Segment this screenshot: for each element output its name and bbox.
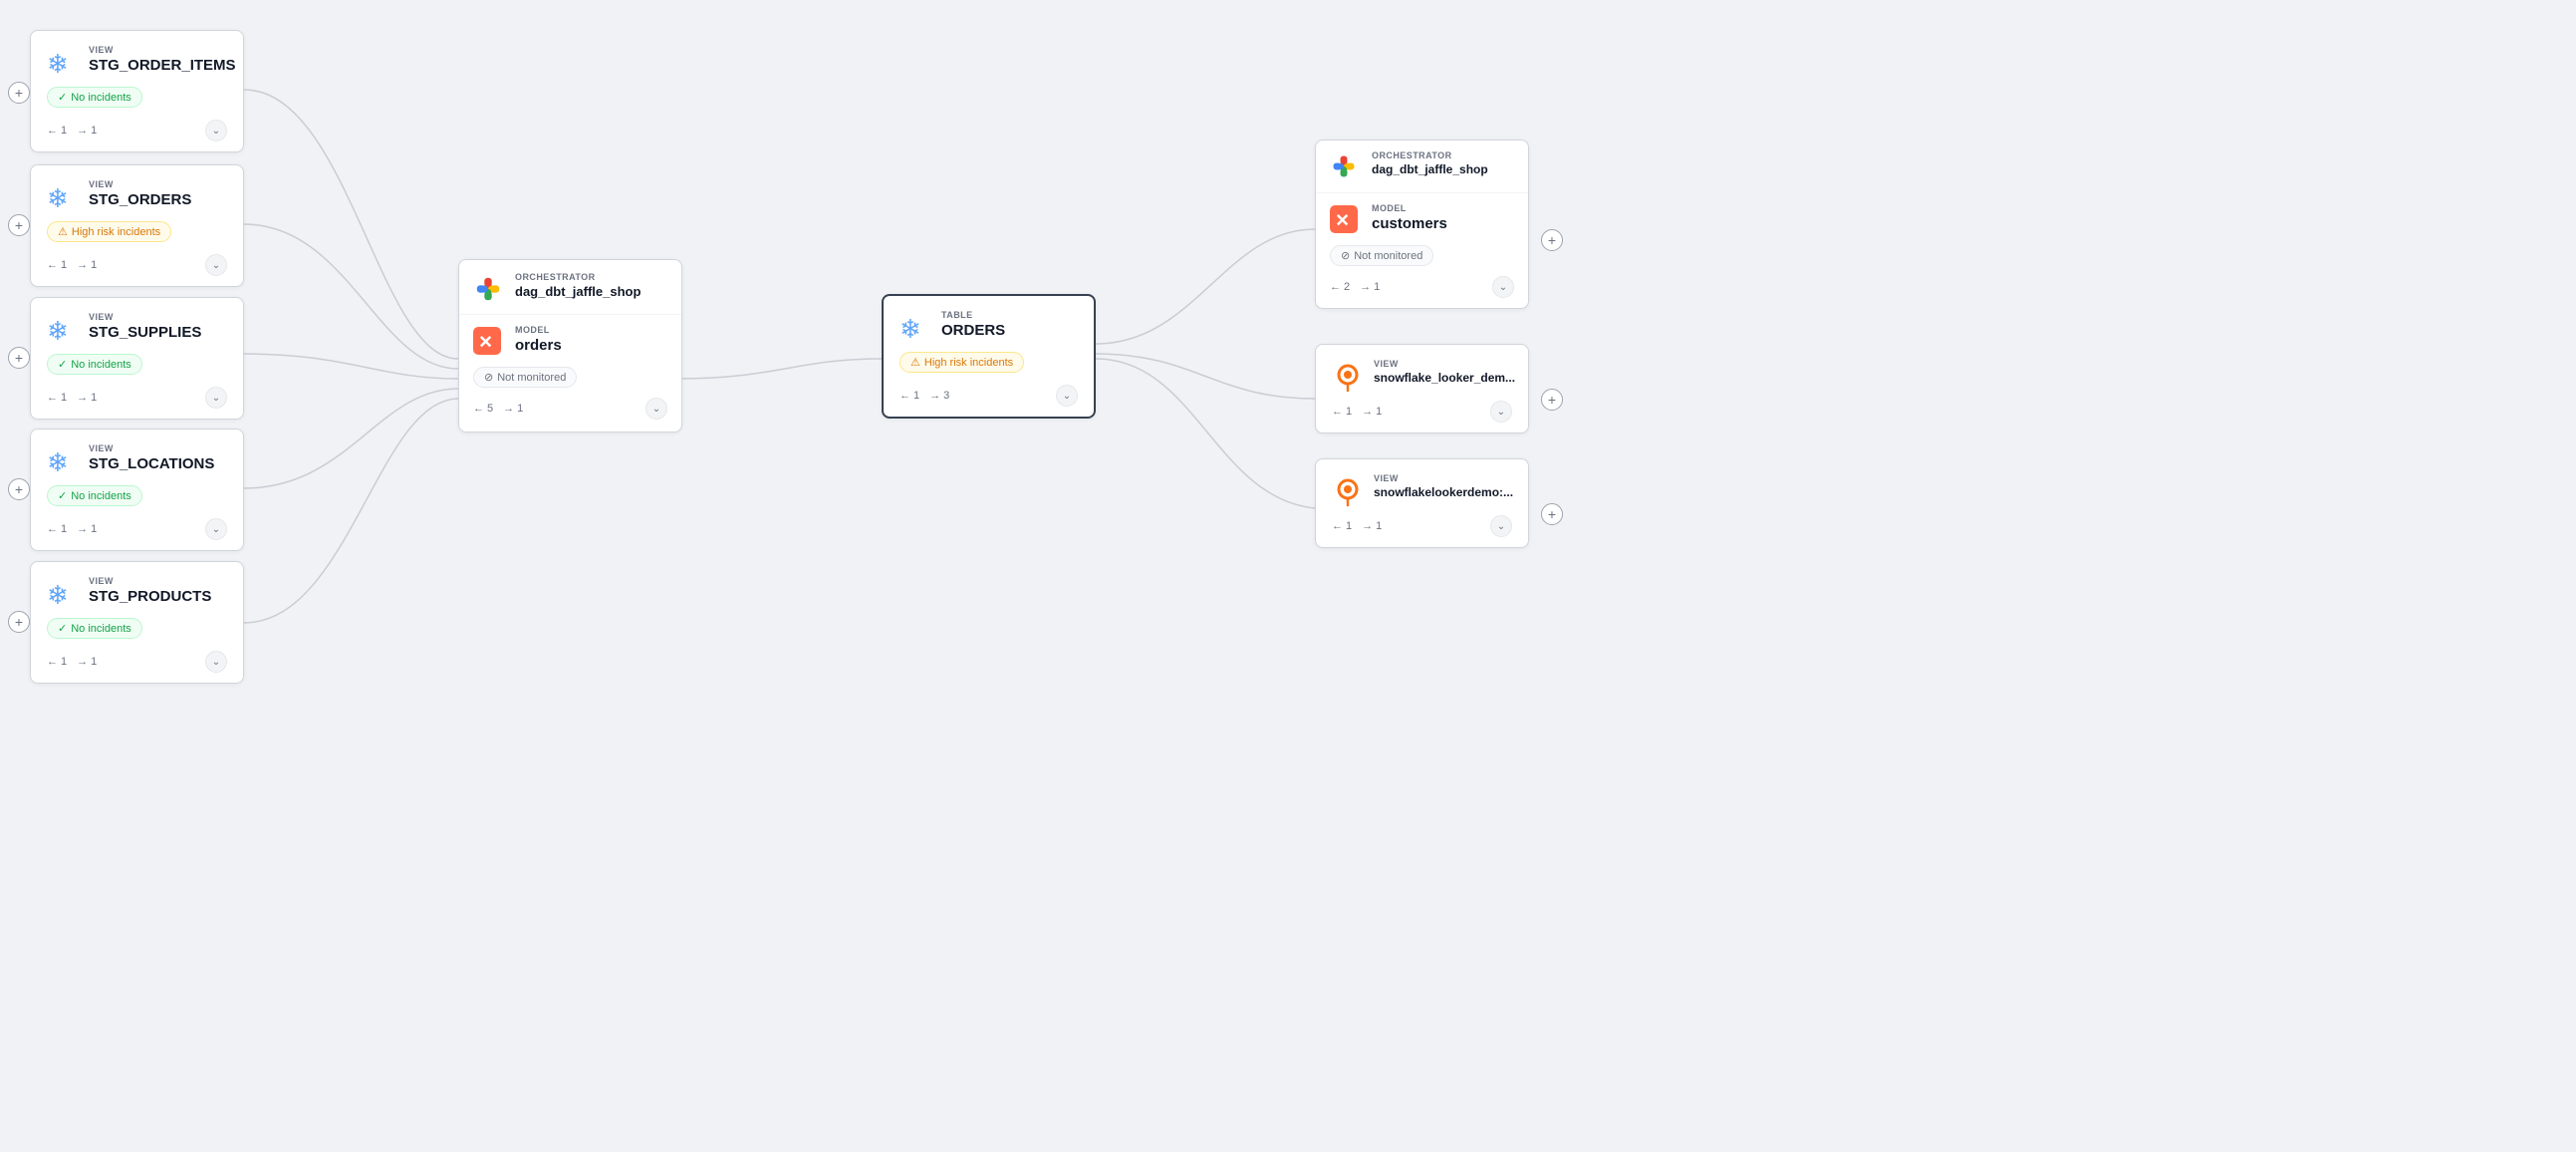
snowflake-icon-stg-order-items: ❄ (47, 47, 79, 79)
node-name-stg-locations: STG_LOCATIONS (89, 455, 214, 473)
model-type-middle: MODEL (515, 325, 562, 335)
add-left-stg-order-items[interactable]: + (8, 82, 30, 104)
looker-icon-snowflakelookerdemo (1332, 475, 1364, 507)
badge-stg-order-items: ✓ No incidents (47, 87, 142, 108)
add-left-stg-locations[interactable]: + (8, 478, 30, 500)
add-right-snowflakelookerdemo[interactable]: + (1541, 503, 1563, 525)
badge-stg-locations: ✓ No incidents (47, 485, 142, 506)
counts-stg-supplies: ← 1 → 1 (47, 392, 97, 404)
expand-stg-order-items[interactable]: ⌄ (205, 120, 227, 142)
expand-orders[interactable]: ⌄ (1056, 385, 1078, 407)
badge-stg-supplies: ✓ No incidents (47, 354, 142, 375)
expand-customers[interactable]: ⌄ (1492, 276, 1514, 298)
counts-snowflakelookerdemo: ← 1 → 1 (1332, 520, 1382, 532)
svg-text:❄: ❄ (47, 49, 69, 79)
expand-middle[interactable]: ⌄ (645, 398, 667, 420)
node-type-orders: TABLE (941, 310, 1005, 320)
add-left-stg-products[interactable]: + (8, 611, 30, 633)
counts-customers: ← 2 → 1 (1330, 281, 1380, 293)
orchestrator-name-middle: dag_dbt_jaffle_shop (515, 284, 641, 300)
badge-customers: ⊘ Not monitored (1330, 245, 1433, 266)
ban-icon-customers: ⊘ (1341, 249, 1350, 262)
expand-stg-locations[interactable]: ⌄ (205, 518, 227, 540)
check-icon-stg-supplies: ✓ (58, 358, 67, 371)
node-combined-right: ORCHESTRATOR dag_dbt_jaffle_shop ✕ MODEL… (1315, 140, 1529, 309)
counts-stg-locations: ← 1 → 1 (47, 523, 97, 535)
node-name-stg-orders: STG_ORDERS (89, 191, 191, 209)
node-snowflake-looker: VIEW snowflake_looker_dem... ← 1 → 1 ⌄ (1315, 344, 1529, 433)
counts-snowflake-looker: ← 1 → 1 (1332, 406, 1382, 418)
orchestrator-type-right: ORCHESTRATOR (1372, 150, 1488, 160)
counts-stg-products: ← 1 → 1 (47, 656, 97, 668)
svg-text:✕: ✕ (1335, 210, 1350, 230)
badge-stg-products: ✓ No incidents (47, 618, 142, 639)
model-type-right: MODEL (1372, 203, 1447, 213)
add-right-customers[interactable]: + (1541, 229, 1563, 251)
expand-stg-products[interactable]: ⌄ (205, 651, 227, 673)
node-type-stg-products: VIEW (89, 576, 211, 586)
orchestrator-icon-right (1330, 152, 1362, 184)
node-stg-order-items: ❄ VIEW STG_ORDER_ITEMS ✓ No incidents ← … (30, 30, 244, 152)
badge-middle: ⊘ Not monitored (473, 367, 577, 388)
node-name-orders: ORDERS (941, 322, 1005, 340)
node-name-stg-products: STG_PRODUCTS (89, 588, 211, 606)
warning-icon-stg-orders: ⚠ (58, 225, 68, 238)
expand-stg-orders[interactable]: ⌄ (205, 254, 227, 276)
node-name-stg-supplies: STG_SUPPLIES (89, 324, 201, 342)
orchestrator-name-right: dag_dbt_jaffle_shop (1372, 162, 1488, 176)
node-type-snowflakelookerdemo: VIEW (1374, 473, 1513, 483)
svg-text:❄: ❄ (47, 183, 69, 213)
counts-stg-order-items: ← 1 → 1 (47, 125, 97, 137)
add-left-stg-orders[interactable]: + (8, 214, 30, 236)
node-name-snowflakelookerdemo: snowflakelookerdemo:... (1374, 485, 1513, 499)
orchestrator-icon-middle (473, 274, 505, 306)
model-icon-middle: ✕ (473, 327, 505, 359)
node-orders-table: ❄ TABLE ORDERS ⚠ High risk incidents ← 1… (882, 294, 1096, 419)
svg-text:❄: ❄ (47, 580, 69, 610)
add-left-stg-supplies[interactable]: + (8, 347, 30, 369)
counts-orders: ← 1 → 3 (900, 390, 949, 402)
node-name-stg-order-items: STG_ORDER_ITEMS (89, 57, 236, 75)
node-snowflakelookerdemo: VIEW snowflakelookerdemo:... ← 1 → 1 ⌄ (1315, 458, 1529, 548)
model-name-middle: orders (515, 337, 562, 355)
svg-text:❄: ❄ (47, 447, 69, 477)
looker-icon-snowflake-looker (1332, 361, 1364, 393)
svg-text:❄: ❄ (900, 314, 921, 344)
counts-middle: ← 5 → 1 (473, 403, 523, 415)
add-right-snowflake-looker[interactable]: + (1541, 389, 1563, 411)
snowflake-icon-stg-supplies: ❄ (47, 314, 79, 346)
snowflake-icon-orders: ❄ (900, 312, 931, 344)
ban-icon-middle: ⊘ (484, 371, 493, 384)
node-type-stg-supplies: VIEW (89, 312, 201, 322)
badge-stg-orders: ⚠ High risk incidents (47, 221, 171, 242)
snowflake-icon-stg-products: ❄ (47, 578, 79, 610)
expand-stg-supplies[interactable]: ⌄ (205, 387, 227, 409)
model-icon-right: ✕ (1330, 205, 1362, 237)
node-type-snowflake-looker: VIEW (1374, 359, 1515, 369)
svg-text:✕: ✕ (478, 332, 493, 352)
node-type-stg-order-items: VIEW (89, 45, 236, 55)
expand-snowflake-looker[interactable]: ⌄ (1490, 401, 1512, 423)
check-icon-stg-locations: ✓ (58, 489, 67, 502)
model-name-right: customers (1372, 215, 1447, 233)
node-stg-locations: ❄ VIEW STG_LOCATIONS ✓ No incidents ← 1 … (30, 429, 244, 551)
node-stg-products: ❄ VIEW STG_PRODUCTS ✓ No incidents ← 1 →… (30, 561, 244, 684)
node-stg-supplies: ❄ VIEW STG_SUPPLIES ✓ No incidents ← 1 →… (30, 297, 244, 420)
node-name-snowflake-looker: snowflake_looker_dem... (1374, 371, 1515, 385)
node-type-stg-orders: VIEW (89, 179, 191, 189)
counts-stg-orders: ← 1 → 1 (47, 259, 97, 271)
node-type-stg-locations: VIEW (89, 443, 214, 453)
svg-text:❄: ❄ (47, 316, 69, 346)
orchestrator-type-middle: ORCHESTRATOR (515, 272, 641, 282)
warning-icon-orders: ⚠ (910, 356, 920, 369)
snowflake-icon-stg-locations: ❄ (47, 445, 79, 477)
expand-snowflakelookerdemo[interactable]: ⌄ (1490, 515, 1512, 537)
check-icon-stg-products: ✓ (58, 622, 67, 635)
check-icon: ✓ (58, 91, 67, 104)
badge-orders: ⚠ High risk incidents (900, 352, 1024, 373)
snowflake-icon-stg-orders: ❄ (47, 181, 79, 213)
node-stg-orders: ❄ VIEW STG_ORDERS ⚠ High risk incidents … (30, 164, 244, 287)
node-combined-middle: ORCHESTRATOR dag_dbt_jaffle_shop ✕ MODEL… (458, 259, 682, 432)
